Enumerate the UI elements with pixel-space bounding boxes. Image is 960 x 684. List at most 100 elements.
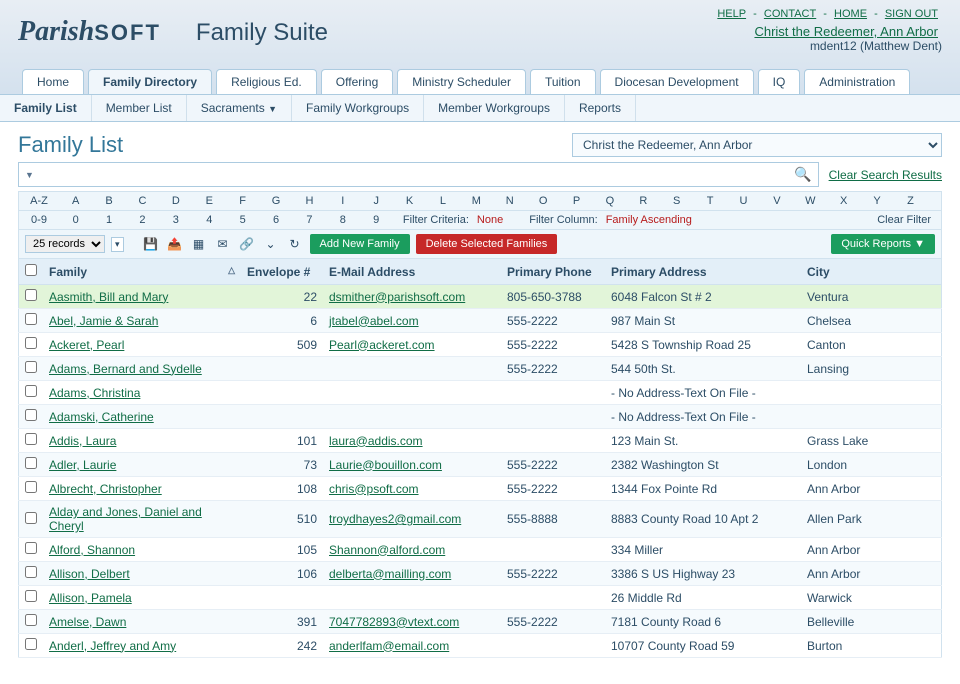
num-9[interactable]: 9 [360, 211, 393, 229]
email-link[interactable]: anderlfam@email.com [329, 639, 449, 653]
tab-religious-ed-[interactable]: Religious Ed. [216, 69, 317, 94]
search-dropdown-icon[interactable]: ▼ [25, 170, 34, 180]
contact-link[interactable]: CONTACT [764, 8, 816, 20]
email-link[interactable]: dsmither@parishsoft.com [329, 290, 465, 304]
num-7[interactable]: 7 [293, 211, 326, 229]
subtab-family-workgroups[interactable]: Family Workgroups [292, 95, 424, 121]
mail-icon[interactable]: ✉ [214, 235, 232, 253]
row-checkbox[interactable] [25, 566, 37, 578]
family-link[interactable]: Adams, Bernard and Sydelle [49, 362, 202, 376]
family-link[interactable]: Adamski, Catherine [49, 410, 154, 424]
save-icon[interactable]: 💾 [142, 235, 160, 253]
tab-ministry-scheduler[interactable]: Ministry Scheduler [397, 69, 526, 94]
subtab-family-list[interactable]: Family List [0, 95, 92, 121]
alpha-N[interactable]: N [493, 192, 526, 210]
alpha-T[interactable]: T [693, 192, 726, 210]
merge-icon[interactable]: 🔗 [238, 235, 256, 253]
family-link[interactable]: Allison, Pamela [49, 591, 132, 605]
alpha-A-Z[interactable]: A-Z [19, 192, 59, 210]
row-checkbox[interactable] [25, 590, 37, 602]
family-link[interactable]: Ackeret, Pearl [49, 338, 124, 352]
alpha-W[interactable]: W [794, 192, 827, 210]
num-5[interactable]: 5 [226, 211, 259, 229]
col-phone-header[interactable]: Primary Phone [501, 259, 605, 285]
email-link[interactable]: 7047782893@vtext.com [329, 615, 459, 629]
alpha-Y[interactable]: Y [860, 192, 893, 210]
alpha-U[interactable]: U [727, 192, 760, 210]
org-link[interactable]: Christ the Redeemer, Ann Arbor [754, 24, 938, 39]
row-checkbox[interactable] [25, 433, 37, 445]
row-checkbox[interactable] [25, 289, 37, 301]
row-checkbox[interactable] [25, 361, 37, 373]
family-link[interactable]: Abel, Jamie & Sarah [49, 314, 158, 328]
col-email-header[interactable]: E-Mail Address [323, 259, 501, 285]
family-link[interactable]: Addis, Laura [49, 434, 116, 448]
row-checkbox[interactable] [25, 385, 37, 397]
clear-filter-link[interactable]: Clear Filter [877, 214, 931, 226]
email-link[interactable]: laura@addis.com [329, 434, 423, 448]
alpha-E[interactable]: E [193, 192, 226, 210]
row-checkbox[interactable] [25, 337, 37, 349]
row-checkbox[interactable] [25, 481, 37, 493]
alpha-V[interactable]: V [760, 192, 793, 210]
alpha-M[interactable]: M [460, 192, 493, 210]
alpha-B[interactable]: B [92, 192, 125, 210]
family-link[interactable]: Allison, Delbert [49, 567, 130, 581]
alpha-H[interactable]: H [293, 192, 326, 210]
search-input[interactable] [38, 168, 794, 182]
search-icon[interactable]: 🔍 [794, 166, 811, 183]
num-8[interactable]: 8 [326, 211, 359, 229]
refresh-icon[interactable]: ↻ [286, 235, 304, 253]
email-link[interactable]: chris@psoft.com [329, 482, 419, 496]
num-2[interactable]: 2 [126, 211, 159, 229]
email-link[interactable]: jtabel@abel.com [329, 314, 419, 328]
family-link[interactable]: Aasmith, Bill and Mary [49, 290, 168, 304]
row-checkbox[interactable] [25, 313, 37, 325]
alpha-K[interactable]: K [393, 192, 426, 210]
email-link[interactable]: delberta@mailling.com [329, 567, 451, 581]
signout-link[interactable]: SIGN OUT [885, 8, 938, 20]
row-checkbox[interactable] [25, 457, 37, 469]
grid-icon[interactable]: ▦ [190, 235, 208, 253]
tab-administration[interactable]: Administration [804, 69, 910, 94]
quick-reports-button[interactable]: Quick Reports ▼ [831, 234, 935, 254]
email-link[interactable]: troydhayes2@gmail.com [329, 512, 461, 526]
tab-home[interactable]: Home [22, 69, 84, 94]
family-link[interactable]: Albrecht, Christopher [49, 482, 162, 496]
num-0-9[interactable]: 0-9 [19, 211, 59, 229]
alpha-A[interactable]: A [59, 192, 92, 210]
alpha-G[interactable]: G [259, 192, 292, 210]
alpha-L[interactable]: L [426, 192, 459, 210]
family-link[interactable]: Amelse, Dawn [49, 615, 126, 629]
row-checkbox[interactable] [25, 409, 37, 421]
col-envelope-header[interactable]: Envelope # [241, 259, 323, 285]
email-link[interactable]: Pearl@ackeret.com [329, 338, 435, 352]
alpha-J[interactable]: J [360, 192, 393, 210]
alpha-S[interactable]: S [660, 192, 693, 210]
subtab-sacraments[interactable]: Sacraments ▼ [187, 95, 292, 121]
alpha-F[interactable]: F [226, 192, 259, 210]
tab-family-directory[interactable]: Family Directory [88, 69, 212, 94]
delete-families-button[interactable]: Delete Selected Families [416, 234, 558, 254]
col-city-header[interactable]: City [801, 259, 942, 285]
alpha-O[interactable]: O [526, 192, 559, 210]
subtab-member-workgroups[interactable]: Member Workgroups [424, 95, 565, 121]
alpha-P[interactable]: P [560, 192, 593, 210]
num-6[interactable]: 6 [259, 211, 292, 229]
num-0[interactable]: 0 [59, 211, 92, 229]
family-link[interactable]: Adler, Laurie [49, 458, 116, 472]
family-link[interactable]: Adams, Christina [49, 386, 140, 400]
funnel-icon[interactable]: ⌄ [262, 235, 280, 253]
records-dropdown-icon[interactable]: ▾ [111, 237, 124, 252]
clear-search-link[interactable]: Clear Search Results [829, 168, 942, 182]
alpha-R[interactable]: R [627, 192, 660, 210]
email-link[interactable]: Laurie@bouillon.com [329, 458, 442, 472]
col-address-header[interactable]: Primary Address [605, 259, 801, 285]
family-link[interactable]: Alday and Jones, Daniel and Cheryl [49, 505, 202, 533]
add-family-button[interactable]: Add New Family [310, 234, 410, 254]
tab-tuition[interactable]: Tuition [530, 69, 596, 94]
tab-iq[interactable]: IQ [758, 69, 801, 94]
row-checkbox[interactable] [25, 638, 37, 650]
select-all-checkbox[interactable] [25, 264, 37, 276]
subtab-member-list[interactable]: Member List [92, 95, 187, 121]
